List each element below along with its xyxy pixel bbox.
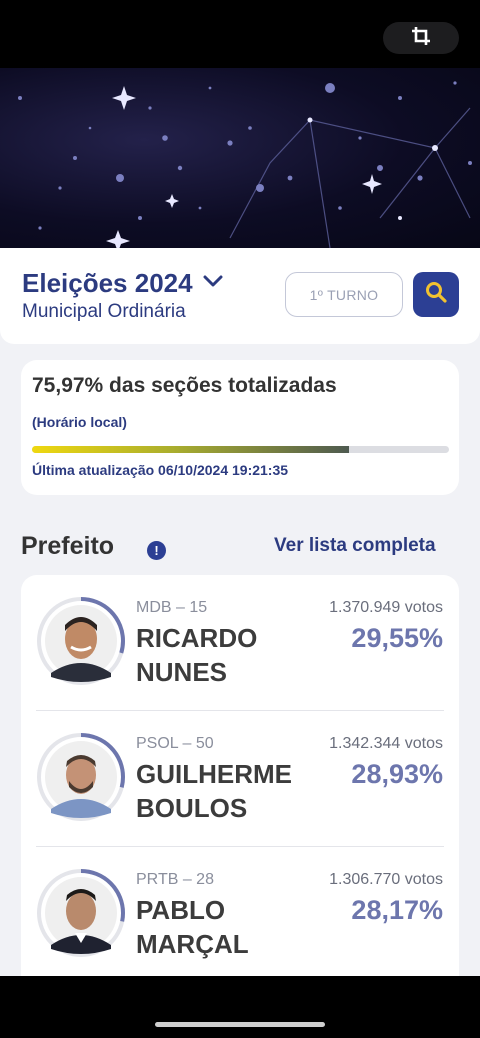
candidate-votes: 1.370.949 votos <box>329 599 443 616</box>
starry-sky-banner <box>0 68 480 248</box>
election-app: Eleições 2024 Municipal Ordinária 1º TUR… <box>0 248 480 976</box>
app-header: Eleições 2024 Municipal Ordinária 1º TUR… <box>0 248 480 344</box>
candidate-name-line2: BOULOS <box>136 793 248 823</box>
candidate-card[interactable]: PRTB – 28 PABLO MARÇAL 1.306.770 votos 2… <box>21 847 459 976</box>
candidate-name: PABLO MARÇAL <box>136 893 306 961</box>
section-title: Prefeito <box>21 532 115 560</box>
last-update-text: Última atualização 06/10/2024 19:21:35 <box>32 462 289 478</box>
see-full-list-link[interactable]: Ver lista completa <box>274 535 436 557</box>
candidate-votes: 1.342.344 votos <box>329 735 443 752</box>
home-indicator[interactable] <box>155 1022 325 1027</box>
candidate-list: MDB – 15 RICARDO NUNES 1.370.949 votos 2… <box>21 575 459 976</box>
candidate-card[interactable]: MDB – 15 RICARDO NUNES 1.370.949 votos 2… <box>21 575 459 710</box>
candidate-name: GUILHERME BOULOS <box>136 757 306 825</box>
search-button[interactable] <box>413 272 459 317</box>
candidate-name-line1: GUILHERME <box>136 759 292 789</box>
totalization-progress-bar <box>32 446 449 453</box>
candidate-percent: 29,55% <box>351 623 443 653</box>
candidate-card[interactable]: PSOL – 50 GUILHERME BOULOS 1.342.344 vot… <box>21 711 459 846</box>
crop-button[interactable] <box>383 22 459 54</box>
election-selector[interactable]: Eleições 2024 <box>22 268 223 299</box>
system-bottom-bar <box>0 976 480 1038</box>
search-icon <box>425 281 447 308</box>
avatar <box>35 731 127 823</box>
candidate-name-line1: PABLO <box>136 895 226 925</box>
totalization-card: 75,97% das seções totalizadas (Horário l… <box>21 360 459 495</box>
local-time-label: (Horário local) <box>32 414 127 430</box>
candidate-party: PRTB – 28 <box>136 871 214 888</box>
candidate-percent: 28,17% <box>351 895 443 925</box>
candidate-party: MDB – 15 <box>136 599 208 616</box>
candidate-votes: 1.306.770 votos <box>329 871 443 888</box>
election-subtitle: Municipal Ordinária <box>22 301 186 322</box>
turno-button[interactable]: 1º TURNO <box>285 272 403 317</box>
page-title: Eleições 2024 <box>22 268 193 298</box>
avatar <box>35 595 127 687</box>
progress-fill <box>32 446 349 453</box>
avatar <box>35 867 127 959</box>
candidate-party: PSOL – 50 <box>136 735 214 752</box>
candidate-name-line2: MARÇAL <box>136 929 249 959</box>
chevron-down-icon[interactable] <box>203 274 223 293</box>
crop-icon <box>411 26 431 51</box>
totalization-headline: 75,97% das seções totalizadas <box>32 374 337 397</box>
info-icon[interactable]: ! <box>147 541 166 560</box>
system-top-bar <box>0 0 480 68</box>
candidate-name-line1: RICARDO <box>136 623 258 653</box>
candidate-percent: 28,93% <box>351 759 443 789</box>
candidate-name-line2: NUNES <box>136 657 228 687</box>
candidate-name: RICARDO NUNES <box>136 621 306 689</box>
